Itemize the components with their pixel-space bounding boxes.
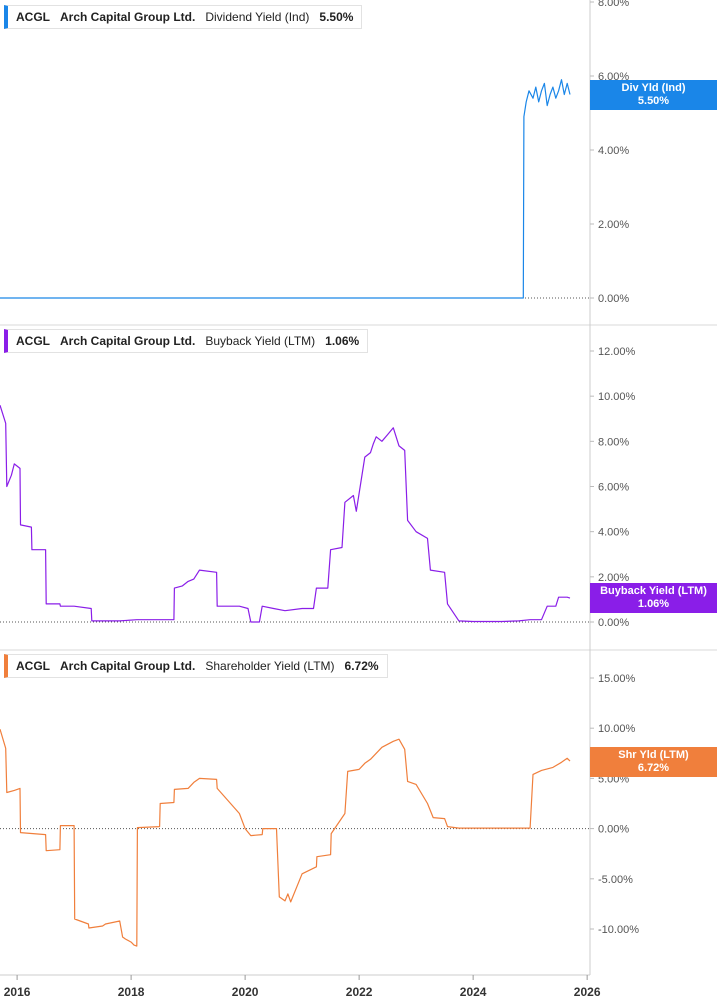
y-tick-label: 4.00% — [598, 527, 629, 539]
legend-buyback-yield[interactable]: ACGL Arch Capital Group Ltd. Buyback Yie… — [4, 329, 369, 353]
x-tick-label: 2022 — [346, 985, 373, 999]
legend-dividend-yield[interactable]: ACGL Arch Capital Group Ltd. Dividend Yi… — [4, 5, 363, 29]
y-tick-label: 4.00% — [598, 145, 629, 157]
y-tick-label: 2.00% — [598, 219, 629, 231]
tag-value: 1.06% — [637, 598, 670, 610]
x-tick-label: 2024 — [460, 985, 487, 999]
legend-ticker: ACGL — [16, 659, 50, 673]
legend-value: 1.06% — [325, 334, 360, 348]
value-tag-buyback-yield: Buyback Yield (LTM) 1.06% — [590, 583, 717, 613]
y-tick-label: -5.00% — [598, 874, 633, 886]
legend-value: 5.50% — [319, 10, 354, 24]
x-tick-label: 2020 — [232, 985, 259, 999]
legend-metric: Dividend Yield (Ind) — [205, 10, 310, 24]
legend-company: Arch Capital Group Ltd. — [60, 659, 196, 673]
y-tick-label: 10.00% — [598, 391, 636, 403]
y-tick-label: 8.00% — [598, 0, 629, 9]
legend-company: Arch Capital Group Ltd. — [60, 10, 196, 24]
y-tick-label: 10.00% — [598, 723, 636, 735]
legend-company: Arch Capital Group Ltd. — [60, 334, 196, 348]
y-tick-label: 12.00% — [598, 346, 636, 358]
tag-label: Shr Yld (LTM) — [618, 749, 689, 761]
tag-label: Div Yld (Ind) — [621, 82, 686, 94]
tag-value: 5.50% — [637, 95, 670, 107]
tag-value: 6.72% — [637, 762, 670, 774]
y-tick-label: 0.00% — [598, 617, 629, 629]
x-tick-label: 2016 — [4, 985, 31, 999]
legend-shareholder-yield[interactable]: ACGL Arch Capital Group Ltd. Shareholder… — [4, 654, 388, 678]
legend-ticker: ACGL — [16, 10, 50, 24]
legend-metric: Buyback Yield (LTM) — [205, 334, 316, 348]
y-tick-label: 0.00% — [598, 824, 629, 836]
series-line — [0, 405, 571, 623]
yield-charts: 0.00%2.00%4.00%6.00%8.00%0.00%2.00%4.00%… — [0, 0, 717, 999]
value-tag-dividend-yield: Div Yld (Ind) 5.50% — [590, 80, 717, 110]
y-tick-label: -10.00% — [598, 924, 639, 936]
legend-metric: Shareholder Yield (LTM) — [205, 659, 335, 673]
tag-label: Buyback Yield (LTM) — [600, 585, 707, 597]
legend-ticker: ACGL — [16, 334, 50, 348]
series-line — [0, 729, 571, 947]
y-tick-label: 6.00% — [598, 482, 629, 494]
legend-value: 6.72% — [344, 659, 379, 673]
y-tick-label: 8.00% — [598, 436, 629, 448]
x-tick-label: 2026 — [574, 985, 601, 999]
y-tick-label: 0.00% — [598, 293, 629, 305]
x-tick-label: 2018 — [118, 985, 145, 999]
series-line — [0, 79, 571, 299]
value-tag-shareholder-yield: Shr Yld (LTM) 6.72% — [590, 747, 717, 777]
y-tick-label: 15.00% — [598, 673, 636, 685]
